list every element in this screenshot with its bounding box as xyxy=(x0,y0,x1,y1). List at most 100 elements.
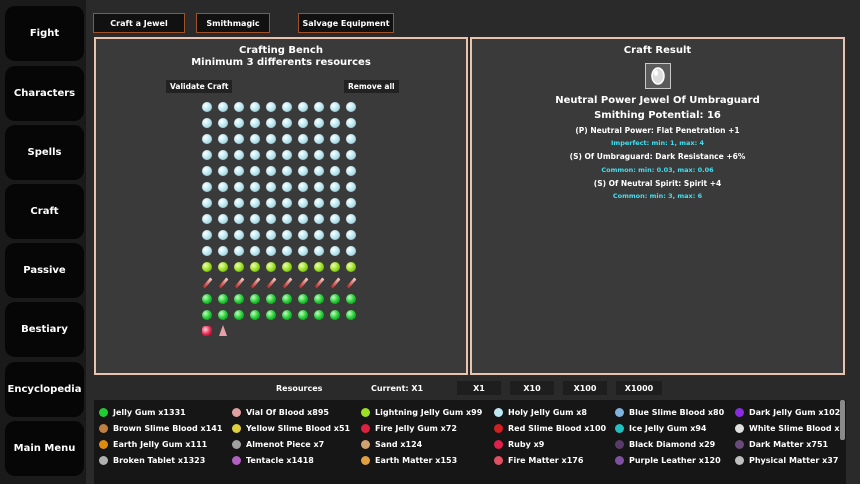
bench-slot-vial-icon[interactable] xyxy=(314,277,325,289)
bench-slot-holy-icon[interactable] xyxy=(234,214,244,224)
bench-slot-holy-icon[interactable] xyxy=(314,182,324,192)
bench-slot-holy-icon[interactable] xyxy=(266,182,276,192)
bench-slot-holy-icon[interactable] xyxy=(314,118,324,128)
multiplier-x10-button[interactable]: X10 xyxy=(510,381,554,395)
sidebar-item-encyclopedia[interactable]: Encyclopedia xyxy=(5,362,84,417)
inventory-item[interactable]: Brown Slime Blood x141 xyxy=(99,420,222,436)
bench-slot-holy-icon[interactable] xyxy=(346,150,356,160)
bench-slot-holy-icon[interactable] xyxy=(250,214,260,224)
bench-slot-holy-icon[interactable] xyxy=(234,166,244,176)
bench-slot-holy-icon[interactable] xyxy=(234,198,244,208)
sidebar-item-bestiary[interactable]: Bestiary xyxy=(5,302,84,357)
bench-slot-holy-icon[interactable] xyxy=(330,214,340,224)
remove-all-button[interactable]: Remove all xyxy=(344,80,399,93)
bench-slot-lightning-icon[interactable] xyxy=(330,262,340,272)
sidebar-item-fight[interactable]: Fight xyxy=(5,6,84,61)
bench-slot-holy-icon[interactable] xyxy=(282,198,292,208)
sidebar-item-passive[interactable]: Passive xyxy=(5,243,84,298)
bench-slot-jelly-icon[interactable] xyxy=(234,310,244,320)
inventory-item[interactable]: Ice Jelly Gum x94 xyxy=(615,420,707,436)
bench-slot-holy-icon[interactable] xyxy=(298,118,308,128)
inventory-item[interactable]: Yellow Slime Blood x51 xyxy=(232,420,350,436)
inventory-item[interactable]: Holy Jelly Gum x8 xyxy=(494,404,587,420)
bench-slot-holy-icon[interactable] xyxy=(266,230,276,240)
inventory-item[interactable]: Jelly Gum x1331 xyxy=(99,404,186,420)
bench-slot-vial-icon[interactable] xyxy=(202,277,213,289)
inventory-item[interactable]: Dark Jelly Gum x102 xyxy=(735,404,840,420)
bench-slot-holy-icon[interactable] xyxy=(314,102,324,112)
bench-slot-holy-icon[interactable] xyxy=(234,118,244,128)
inventory-item[interactable]: Earth Matter x153 xyxy=(361,452,457,468)
bench-slot-holy-icon[interactable] xyxy=(266,118,276,128)
inventory-item[interactable]: Black Diamond x29 xyxy=(615,436,715,452)
bench-slot-jelly-icon[interactable] xyxy=(202,294,212,304)
bench-slot-holy-icon[interactable] xyxy=(218,246,228,256)
bench-slot-holy-icon[interactable] xyxy=(330,150,340,160)
bench-slot-ruby-icon[interactable] xyxy=(202,326,212,336)
sidebar-item-craft[interactable]: Craft xyxy=(5,184,84,239)
bench-slot-holy-icon[interactable] xyxy=(282,214,292,224)
bench-slot-holy-icon[interactable] xyxy=(298,230,308,240)
bench-slot-holy-icon[interactable] xyxy=(250,102,260,112)
bench-slot-holy-icon[interactable] xyxy=(202,214,212,224)
bench-slot-holy-icon[interactable] xyxy=(282,118,292,128)
multiplier-x1000-button[interactable]: X1000 xyxy=(616,381,662,395)
bench-slot-lightning-icon[interactable] xyxy=(314,262,324,272)
bench-slot-cone-icon[interactable] xyxy=(219,325,227,336)
bench-slot-jelly-icon[interactable] xyxy=(266,310,276,320)
bench-slot-holy-icon[interactable] xyxy=(282,246,292,256)
bench-slot-holy-icon[interactable] xyxy=(346,166,356,176)
bench-slot-vial-icon[interactable] xyxy=(330,277,341,289)
bench-slot-holy-icon[interactable] xyxy=(234,134,244,144)
bench-slot-jelly-icon[interactable] xyxy=(282,294,292,304)
bench-slot-holy-icon[interactable] xyxy=(314,166,324,176)
bench-slot-vial-icon[interactable] xyxy=(234,277,245,289)
bench-slot-holy-icon[interactable] xyxy=(218,182,228,192)
bench-slot-jelly-icon[interactable] xyxy=(330,310,340,320)
bench-slot-holy-icon[interactable] xyxy=(314,246,324,256)
inventory-item[interactable]: Sand x124 xyxy=(361,436,422,452)
bench-slot-holy-icon[interactable] xyxy=(282,182,292,192)
bench-slot-holy-icon[interactable] xyxy=(330,246,340,256)
multiplier-x1-button[interactable]: X1 xyxy=(457,381,501,395)
bench-slot-holy-icon[interactable] xyxy=(266,246,276,256)
bench-slot-jelly-icon[interactable] xyxy=(266,294,276,304)
bench-slot-vial-icon[interactable] xyxy=(282,277,293,289)
bench-slot-lightning-icon[interactable] xyxy=(282,262,292,272)
inventory-item[interactable]: Fire Jelly Gum x72 xyxy=(361,420,457,436)
bench-slot-holy-icon[interactable] xyxy=(346,134,356,144)
bench-slot-jelly-icon[interactable] xyxy=(250,294,260,304)
bench-slot-lightning-icon[interactable] xyxy=(218,262,228,272)
inventory-item[interactable]: Vial Of Blood x895 xyxy=(232,404,329,420)
bench-slot-holy-icon[interactable] xyxy=(202,134,212,144)
bench-slot-holy-icon[interactable] xyxy=(234,230,244,240)
inventory-item[interactable]: Physical Matter x37 xyxy=(735,452,838,468)
bench-slot-holy-icon[interactable] xyxy=(314,214,324,224)
bench-slot-jelly-icon[interactable] xyxy=(298,294,308,304)
bench-slot-holy-icon[interactable] xyxy=(218,150,228,160)
bench-slot-holy-icon[interactable] xyxy=(282,166,292,176)
bench-slot-holy-icon[interactable] xyxy=(202,166,212,176)
sidebar-item-characters[interactable]: Characters xyxy=(5,66,84,121)
bench-slot-holy-icon[interactable] xyxy=(234,182,244,192)
multiplier-x100-button[interactable]: X100 xyxy=(563,381,607,395)
bench-slot-holy-icon[interactable] xyxy=(250,230,260,240)
bench-slot-holy-icon[interactable] xyxy=(282,230,292,240)
bench-slot-holy-icon[interactable] xyxy=(298,214,308,224)
bench-slot-holy-icon[interactable] xyxy=(298,198,308,208)
bench-slot-holy-icon[interactable] xyxy=(314,134,324,144)
bench-slot-lightning-icon[interactable] xyxy=(234,262,244,272)
bench-slot-holy-icon[interactable] xyxy=(218,198,228,208)
bench-slot-jelly-icon[interactable] xyxy=(218,310,228,320)
bench-slot-holy-icon[interactable] xyxy=(218,230,228,240)
bench-slot-jelly-icon[interactable] xyxy=(314,294,324,304)
bench-slot-holy-icon[interactable] xyxy=(330,118,340,128)
bench-slot-holy-icon[interactable] xyxy=(266,198,276,208)
bench-slot-holy-icon[interactable] xyxy=(314,150,324,160)
bench-slot-holy-icon[interactable] xyxy=(346,102,356,112)
bench-slot-holy-icon[interactable] xyxy=(250,198,260,208)
bench-slot-holy-icon[interactable] xyxy=(282,134,292,144)
bench-slot-holy-icon[interactable] xyxy=(202,198,212,208)
bench-slot-holy-icon[interactable] xyxy=(266,214,276,224)
bench-slot-holy-icon[interactable] xyxy=(234,150,244,160)
